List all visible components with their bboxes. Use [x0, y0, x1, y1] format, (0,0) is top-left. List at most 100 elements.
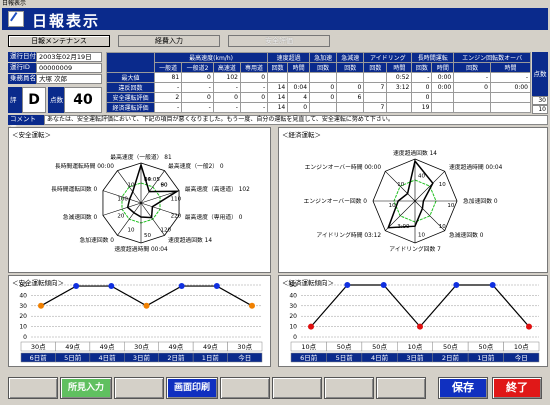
table-row: 安全運転評価 2 0 0 0 14 4 0 6 0: [106, 92, 532, 103]
row-label: 違反回数: [106, 82, 155, 93]
footer-blank-button[interactable]: [114, 377, 164, 399]
stats-subheader: 一般道: [153, 62, 183, 73]
table-cell: 0:00: [431, 82, 455, 93]
stats-group: 速度超過: [267, 52, 311, 63]
table-cell: 81: [153, 72, 183, 83]
table-row: 経済運転評価 - - - -14 0 7 19: [106, 102, 532, 113]
radar-tick-label: 100: [117, 196, 128, 202]
stats-subheader: 時間: [287, 62, 311, 73]
row-label: 経済運転評価: [106, 102, 155, 113]
table-cell: 0:04: [287, 82, 311, 93]
radar-tick-label: 10: [439, 224, 446, 230]
stats-side-value: 10: [532, 105, 548, 114]
table-cell: [336, 72, 365, 83]
table-cell: 3:12: [386, 82, 413, 93]
footer-blank-button[interactable]: [8, 377, 58, 399]
day-label: 今日: [515, 353, 528, 362]
score-label: 10点: [301, 343, 316, 351]
table-cell: 0: [411, 92, 433, 103]
economy-radar-panel: ＜経済運転＞ 速度超過回数 14 速度超過時間 00:04 急加速回数 0 急減速回数…: [278, 127, 548, 273]
score-label: 50点: [372, 343, 387, 351]
stats-subheader: 一般道2: [181, 62, 214, 73]
table-cell: -: [153, 82, 183, 93]
day-label: 今日: [238, 353, 251, 362]
table-cell: 0: [309, 92, 338, 103]
stats-group: 急加速: [309, 52, 338, 63]
radar-tick-label: 10: [389, 203, 396, 209]
stats-side-label: 点数: [532, 52, 548, 96]
y-tick-label: 40: [289, 292, 297, 299]
menu-safety-eval-button[interactable]: 安全評価: [228, 35, 330, 47]
table-cell: -: [212, 102, 241, 113]
menu-expense-input-button[interactable]: 経費入力: [118, 35, 220, 47]
table-cell: -: [153, 102, 183, 113]
y-tick-label: 20: [289, 313, 297, 320]
table-cell: 14: [267, 82, 289, 93]
y-tick-label: 30: [289, 303, 297, 310]
data-point: [249, 302, 255, 309]
radar-axis-label: エンジンオーバー時間 00:00: [305, 163, 382, 171]
row-label: 最大値: [106, 72, 155, 83]
day-label: 1日前: [202, 353, 220, 362]
footer-blank-button[interactable]: [324, 377, 374, 399]
y-tick-label: 0: [23, 334, 27, 341]
footer-blank-button[interactable]: [220, 377, 270, 399]
radar-tick-label: 10: [144, 177, 151, 183]
score-label: 50点: [337, 343, 352, 351]
table-cell: 0: [181, 72, 214, 83]
score-label: 点数: [48, 87, 64, 113]
radar-tick-label: 10: [128, 182, 135, 188]
app-header: 日報表示: [2, 8, 548, 30]
y-tick-label: 30: [19, 303, 27, 310]
daily-report-icon: [8, 11, 24, 27]
stats-subheader: 回数: [453, 62, 491, 73]
radar-tick-label: 10: [418, 232, 425, 238]
crew-label: 乗務員名: [8, 74, 36, 84]
footer-blank-button[interactable]: [376, 377, 426, 399]
window-title: 日報表示: [0, 0, 550, 8]
table-cell: 102: [212, 72, 241, 83]
score-label: 30点: [134, 343, 149, 351]
radar-tick-label: 220: [171, 214, 182, 220]
radar-axis-label: 最高速度（一般2） 0: [168, 162, 224, 170]
radar-axis-label: エンジンオーバー回数 0: [304, 197, 368, 205]
table-cell: 7: [363, 82, 388, 93]
table-cell: 0: [239, 72, 269, 83]
day-label: 2日前: [167, 353, 185, 362]
radar-tick-label: 3:00: [397, 224, 410, 230]
y-tick-label: 50: [19, 282, 27, 289]
table-cell: -: [239, 102, 269, 113]
table-cell: 7: [363, 102, 388, 113]
table-cell: [287, 72, 311, 83]
data-point: [308, 323, 314, 330]
menu-daily-maintenance-button[interactable]: 日報メンテナンス: [8, 35, 110, 47]
close-button[interactable]: 終了: [492, 377, 542, 399]
eval-grade: D: [22, 87, 46, 113]
stats-group: 最高速度(km/h): [153, 52, 269, 63]
stats-subheader: 回数: [411, 62, 433, 73]
table-cell: 0: [411, 82, 433, 93]
row-label: 安全運転評価: [106, 92, 155, 103]
table-cell: [489, 102, 532, 113]
score-label: 10点: [514, 343, 529, 351]
data-point: [73, 283, 80, 290]
radar-axis-label: アイドリング回数 7: [389, 245, 441, 253]
save-button[interactable]: 保存: [438, 377, 488, 399]
comment-input-button[interactable]: 所見入力: [60, 377, 112, 399]
stats-subheader: 時間: [386, 62, 413, 73]
radar-axis-label: 最高速度（一般道） 81: [110, 153, 172, 161]
table-cell: [453, 92, 491, 103]
radar-tick-label: 120: [160, 228, 171, 234]
table-cell: [336, 102, 365, 113]
date-field: 2003年02月19日: [36, 52, 102, 62]
radar-axis-label: 長時間運転回数 0: [51, 185, 97, 193]
radar-tick-label: 10: [439, 182, 446, 188]
footer-blank-button[interactable]: [272, 377, 322, 399]
radar-axis-label: 長時間運転時間 00:00: [55, 162, 114, 170]
table-cell: 0: [287, 102, 311, 113]
day-label: 1日前: [477, 353, 495, 362]
table-cell: [431, 92, 455, 103]
print-screen-button[interactable]: 画面印刷: [166, 377, 218, 399]
table-cell: [363, 92, 388, 103]
trip-id-label: 運行ID: [8, 63, 36, 73]
